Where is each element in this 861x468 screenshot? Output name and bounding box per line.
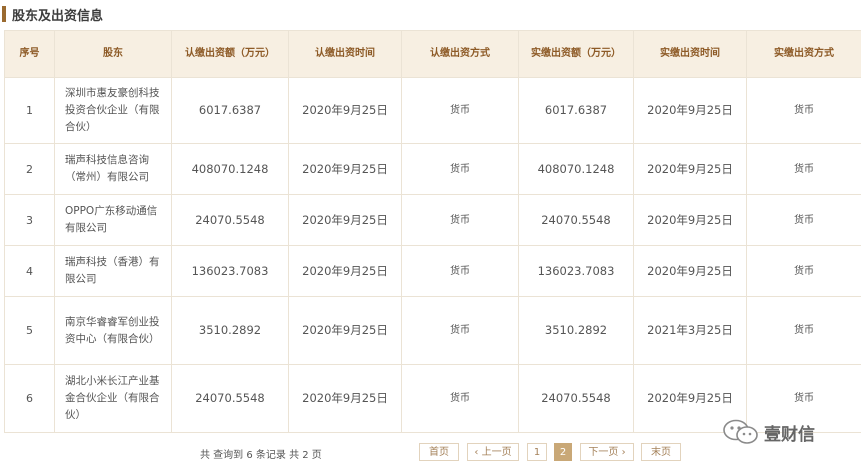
cell-shareholder: OPPO广东移动通信有限公司 — [54, 194, 172, 246]
cell-index: 6 — [4, 364, 55, 433]
cell-subscribed-method: 货币 — [401, 364, 519, 433]
cell-paid-method: 货币 — [746, 194, 861, 246]
watermark-text: 壹财信 — [764, 424, 815, 445]
cell-subscribed-amount: 136023.7083 — [171, 245, 289, 297]
watermark: 壹财信 — [722, 418, 815, 446]
cell-paid-date: 2020年9月25日 — [633, 77, 747, 144]
cell-subscribed-method: 货币 — [401, 245, 519, 297]
cell-paid-date: 2021年3月25日 — [633, 296, 747, 365]
cell-paid-date: 2020年9月25日 — [633, 245, 747, 297]
cell-paid-amount: 3510.2892 — [518, 296, 634, 365]
section-title-marker — [2, 6, 6, 22]
header-shareholder: 股东 — [54, 30, 172, 78]
cell-subscribed-method: 货币 — [401, 194, 519, 246]
section-title: 股东及出资信息 — [0, 4, 861, 24]
header-subscribed-amount: 认缴出资额（万元） — [171, 30, 289, 78]
cell-index: 5 — [4, 296, 55, 365]
header-paid-method: 实缴出资方式 — [746, 30, 861, 78]
table-row: 1 深圳市惠友豪创科技投资合伙企业（有限合伙） 6017.6387 2020年9… — [4, 77, 861, 144]
page-1-button[interactable]: 1 — [527, 443, 547, 461]
prev-page-label: 上一页 — [481, 447, 512, 458]
shareholder-table: 序号 股东 认缴出资额（万元） 认缴出资时间 认缴出资方式 实缴出资额（万元） … — [4, 30, 861, 433]
chevron-right-icon: › — [621, 447, 626, 458]
cell-subscribed-date: 2020年9月25日 — [288, 77, 402, 144]
cell-subscribed-date: 2020年9月25日 — [288, 143, 402, 195]
cell-subscribed-date: 2020年9月25日 — [288, 245, 402, 297]
next-page-button[interactable]: 下一页 › — [580, 443, 634, 461]
cell-paid-method: 货币 — [746, 245, 861, 297]
last-page-button[interactable]: 末页 — [641, 443, 681, 461]
cell-paid-date: 2020年9月25日 — [633, 143, 747, 195]
table-row: 4 瑞声科技（香港）有限公司 136023.7083 2020年9月25日 货币… — [4, 245, 861, 297]
header-subscribed-method: 认缴出资方式 — [401, 30, 519, 78]
cell-subscribed-amount: 24070.5548 — [171, 194, 289, 246]
cell-paid-amount: 24070.5548 — [518, 364, 634, 433]
first-page-button[interactable]: 首页 — [419, 443, 459, 461]
page-2-button[interactable]: 2 — [554, 443, 572, 461]
cell-shareholder: 湖北小米长江产业基金合伙企业（有限合伙） — [54, 364, 172, 433]
table-row: 3 OPPO广东移动通信有限公司 24070.5548 2020年9月25日 货… — [4, 194, 861, 246]
header-paid-date: 实缴出资时间 — [633, 30, 747, 78]
cell-paid-method: 货币 — [746, 77, 861, 144]
cell-shareholder: 深圳市惠友豪创科技投资合伙企业（有限合伙） — [54, 77, 172, 144]
cell-shareholder: 瑞声科技（香港）有限公司 — [54, 245, 172, 297]
cell-subscribed-date: 2020年9月25日 — [288, 194, 402, 246]
cell-paid-amount: 6017.6387 — [518, 77, 634, 144]
cell-index: 3 — [4, 194, 55, 246]
shareholder-table-container: 序号 股东 认缴出资额（万元） 认缴出资时间 认缴出资方式 实缴出资额（万元） … — [4, 30, 861, 433]
cell-subscribed-date: 2020年9月25日 — [288, 296, 402, 365]
cell-paid-amount: 24070.5548 — [518, 194, 634, 246]
cell-index: 4 — [4, 245, 55, 297]
cell-paid-amount: 408070.1248 — [518, 143, 634, 195]
chevron-left-icon: ‹ — [474, 447, 479, 458]
wechat-icon — [723, 419, 758, 444]
cell-subscribed-method: 货币 — [401, 77, 519, 144]
cell-subscribed-amount: 3510.2892 — [171, 296, 289, 365]
header-subscribed-date: 认缴出资时间 — [288, 30, 402, 78]
cell-paid-amount: 136023.7083 — [518, 245, 634, 297]
cell-subscribed-date: 2020年9月25日 — [288, 364, 402, 433]
next-page-label: 下一页 — [588, 447, 619, 458]
cell-subscribed-method: 货币 — [401, 143, 519, 195]
pagination-info: 共 查询到 6 条记录 共 2 页 — [200, 450, 322, 461]
cell-subscribed-amount: 6017.6387 — [171, 77, 289, 144]
table-row: 5 南京华睿睿军创业投资中心（有限合伙） 3510.2892 2020年9月25… — [4, 296, 861, 365]
cell-index: 1 — [4, 77, 55, 144]
cell-subscribed-amount: 24070.5548 — [171, 364, 289, 433]
cell-index: 2 — [4, 143, 55, 195]
cell-subscribed-method: 货币 — [401, 296, 519, 365]
cell-paid-method: 货币 — [746, 296, 861, 365]
cell-shareholder: 南京华睿睿军创业投资中心（有限合伙） — [54, 296, 172, 365]
table-row: 2 瑞声科技信息咨询（常州）有限公司 408070.1248 2020年9月25… — [4, 143, 861, 195]
section-title-text: 股东及出资信息 — [12, 8, 104, 24]
table-header-row: 序号 股东 认缴出资额（万元） 认缴出资时间 认缴出资方式 实缴出资额（万元） … — [4, 30, 861, 78]
cell-shareholder: 瑞声科技信息咨询（常州）有限公司 — [54, 143, 172, 195]
cell-paid-method: 货币 — [746, 143, 861, 195]
header-index: 序号 — [4, 30, 55, 78]
cell-paid-date: 2020年9月25日 — [633, 194, 747, 246]
cell-subscribed-amount: 408070.1248 — [171, 143, 289, 195]
header-paid-amount: 实缴出资额（万元） — [518, 30, 634, 78]
prev-page-button[interactable]: ‹ 上一页 — [467, 443, 519, 461]
